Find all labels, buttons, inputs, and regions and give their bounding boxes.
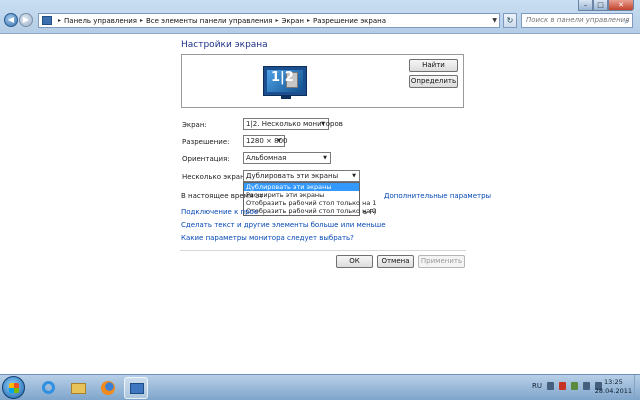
breadcrumb-all-items[interactable]: Все элементы панели управления bbox=[146, 17, 273, 25]
maximize-button[interactable]: □ bbox=[593, 0, 608, 11]
ok-button[interactable]: ОК bbox=[336, 255, 373, 268]
multiple-displays-select[interactable]: Дублировать эти экраны ▼ bbox=[243, 170, 360, 182]
advanced-settings-link[interactable]: Дополнительные параметры bbox=[384, 192, 491, 200]
breadcrumb-control-panel[interactable]: Панель управления bbox=[64, 17, 137, 25]
chevron-down-icon[interactable]: ▼ bbox=[319, 120, 327, 128]
start-button[interactable] bbox=[2, 376, 25, 399]
control-panel-taskbar-icon[interactable] bbox=[124, 377, 148, 399]
network-icon[interactable] bbox=[583, 382, 590, 390]
address-bar[interactable]: ▸ Панель управления ▸ Все элементы панел… bbox=[38, 13, 500, 28]
system-tray: RU bbox=[532, 382, 602, 390]
chevron-down-icon[interactable]: ▼ bbox=[321, 154, 329, 162]
display-label: Экран: bbox=[182, 121, 207, 129]
folder-icon[interactable] bbox=[66, 377, 90, 399]
text-size-link[interactable]: Сделать текст и другие элементы больше и… bbox=[181, 221, 386, 229]
monitor-stand bbox=[281, 96, 291, 99]
orientation-label: Ориентация: bbox=[182, 155, 230, 163]
resolution-select[interactable]: 1280 × 800 ▼ bbox=[243, 135, 288, 147]
search-input[interactable]: Поиск в панели управления ⌕ bbox=[521, 13, 633, 28]
which-settings-link[interactable]: Какие параметры монитора следует выбрать… bbox=[181, 234, 354, 242]
orientation-value: Альбомная bbox=[246, 154, 287, 162]
clock-date: 28.04.2011 bbox=[594, 387, 632, 395]
firefox-icon[interactable] bbox=[96, 377, 120, 399]
dropdown-option-only-2[interactable]: Отобразить рабочий стол только на 2 bbox=[244, 207, 377, 215]
back-arrow-icon[interactable]: ◀ bbox=[4, 13, 18, 27]
title-bar: – □ ✕ ◀ ▶ ▸ Панель управления ▸ Все элем… bbox=[0, 0, 640, 34]
display-value: 1|2. Несколько мониторов bbox=[246, 120, 343, 128]
language-indicator[interactable]: RU bbox=[532, 382, 542, 390]
chevron-down-icon[interactable]: ▼ bbox=[350, 172, 358, 180]
find-button[interactable]: Найти bbox=[409, 59, 458, 72]
projector-link-tail: ь P) bbox=[363, 208, 377, 216]
multiple-displays-value: Дублировать эти экраны bbox=[246, 172, 339, 180]
search-placeholder: Поиск в панели управления bbox=[526, 16, 630, 24]
forward-arrow-icon[interactable]: ▶ bbox=[19, 13, 33, 27]
page-title: Настройки экрана bbox=[181, 40, 268, 50]
clock-time: 13:25 bbox=[604, 378, 623, 386]
windows-logo-icon bbox=[9, 383, 19, 393]
antivirus-icon[interactable] bbox=[559, 382, 566, 390]
primary-display-text: В настоящее время эт bbox=[181, 192, 264, 200]
chevron-right-icon[interactable]: ▸ bbox=[276, 17, 279, 24]
detect-button[interactable]: Определить bbox=[409, 75, 458, 88]
chevron-down-icon[interactable]: ▼ bbox=[492, 17, 497, 24]
orientation-select[interactable]: Альбомная ▼ bbox=[243, 152, 331, 164]
close-button[interactable]: ✕ bbox=[608, 0, 634, 11]
taskbar: RU 13:25 28.04.2011 bbox=[0, 374, 640, 400]
refresh-icon[interactable]: ↻ bbox=[503, 13, 517, 28]
action-center-icon[interactable] bbox=[571, 382, 578, 390]
dropdown-option-duplicate[interactable]: Дублировать эти экраны bbox=[244, 183, 359, 191]
show-desktop-button[interactable] bbox=[634, 375, 640, 400]
monitor-icon[interactable]: 1|2 bbox=[263, 66, 307, 99]
minimize-button[interactable]: – bbox=[578, 0, 593, 11]
monitor-number-label: 1|2 bbox=[271, 70, 294, 85]
breadcrumb-display[interactable]: Экран bbox=[282, 17, 304, 25]
control-panel-icon bbox=[42, 16, 52, 25]
window-controls: – □ ✕ bbox=[578, 0, 634, 11]
internet-explorer-icon[interactable] bbox=[36, 377, 60, 399]
apply-button[interactable]: Применить bbox=[418, 255, 465, 268]
display-select[interactable]: 1|2. Несколько мониторов ▼ bbox=[243, 118, 343, 130]
chevron-right-icon[interactable]: ▸ bbox=[140, 17, 143, 24]
breadcrumb-screen-resolution[interactable]: Разрешение экрана bbox=[313, 17, 386, 25]
dropdown-option-only-1[interactable]: Отобразить рабочий стол только на 1 bbox=[244, 199, 377, 207]
search-icon[interactable]: ⌕ bbox=[625, 15, 629, 28]
chevron-right-icon[interactable]: ▸ bbox=[307, 17, 310, 24]
chevron-down-icon[interactable]: ▼ bbox=[275, 137, 283, 145]
tray-arrow-icon[interactable] bbox=[547, 382, 554, 390]
resolution-label: Разрешение: bbox=[182, 138, 230, 146]
projector-link[interactable]: Подключение к прое bbox=[181, 208, 258, 216]
cancel-button[interactable]: Отмена bbox=[377, 255, 414, 268]
clock[interactable]: 13:25 28.04.2011 bbox=[595, 378, 632, 396]
divider bbox=[180, 250, 466, 251]
chevron-right-icon[interactable]: ▸ bbox=[58, 17, 61, 24]
